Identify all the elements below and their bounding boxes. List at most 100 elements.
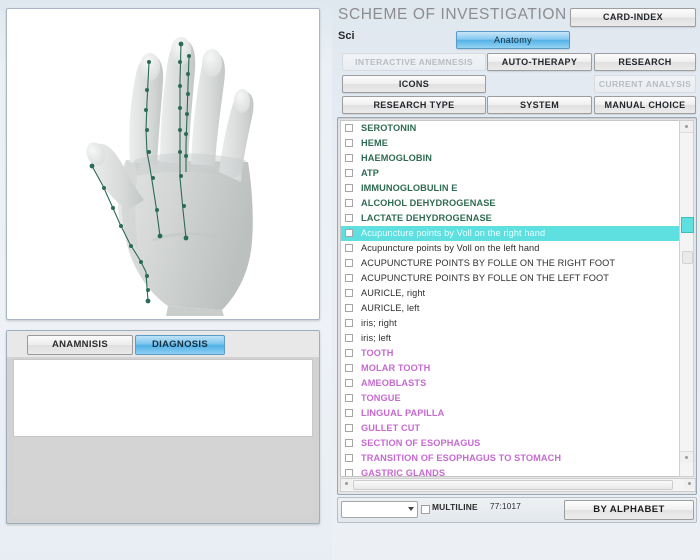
list-item-checkbox[interactable] (345, 468, 353, 476)
list-item-label: ALCOHOL DEHYDROGENASE (361, 198, 496, 209)
list-item-label: HEME (361, 138, 388, 149)
list-item-checkbox[interactable] (345, 153, 353, 162)
list-item[interactable]: GASTRIC GLANDS (341, 466, 680, 476)
list-item[interactable]: GULLET CUT (341, 421, 680, 436)
multiline-checkbox[interactable] (421, 505, 430, 514)
list-horizontal-scrollbar[interactable] (340, 478, 696, 492)
list-item[interactable]: AURICLE, left (341, 301, 680, 316)
research-button[interactable]: RESEARCH (594, 53, 696, 71)
list-item[interactable]: ACUPUNCTURE POINTS BY FOLLE ON THE RIGHT… (341, 256, 680, 271)
list-item-label: Acupuncture points by Voll on the right … (361, 228, 546, 239)
list-item[interactable]: ATP (341, 166, 680, 181)
list-item-checkbox[interactable] (345, 393, 353, 402)
list-item-checkbox[interactable] (345, 228, 353, 237)
list-item[interactable]: TRANSITION OF ESOPHAGUS TO STOMACH (341, 451, 680, 466)
horizontal-scroll-thumb[interactable] (353, 480, 673, 490)
icons-button[interactable]: ICONS (342, 75, 486, 93)
list-item[interactable]: IMMUNOGLOBULIN E (341, 181, 680, 196)
list-item-checkbox[interactable] (345, 348, 353, 357)
list-item-label: HAEMOGLOBIN (361, 153, 433, 164)
card-index-button[interactable]: CARD-INDEX (570, 8, 696, 27)
list-item-checkbox[interactable] (345, 288, 353, 297)
list-item-label: GULLET CUT (361, 423, 421, 434)
list-item-checkbox[interactable] (345, 258, 353, 267)
list-item-checkbox[interactable] (345, 423, 353, 432)
hand-image[interactable] (8, 10, 316, 316)
list-item-label: ACUPUNCTURE POINTS BY FOLLE ON THE LEFT … (361, 273, 609, 284)
list-vertical-scrollbar[interactable] (679, 120, 694, 477)
list-item[interactable]: HAEMOGLOBIN (341, 151, 680, 166)
list-item-label: LINGUAL PAPILLA (361, 408, 445, 419)
manual-choice-button[interactable]: MANUAL CHOICE (594, 96, 696, 114)
vertical-scroll-grip[interactable] (682, 251, 693, 264)
list-item[interactable]: HEME (341, 136, 680, 151)
list-item[interactable]: ALCOHOL DEHYDROGENASE (341, 196, 680, 211)
list-item-checkbox[interactable] (345, 213, 353, 222)
diagnosis-content-area[interactable] (13, 359, 313, 437)
list-item-label: AURICLE, right (361, 288, 426, 299)
list-item[interactable]: LINGUAL PAPILLA (341, 406, 680, 421)
sci-label: Sci (338, 30, 355, 42)
list-item-checkbox[interactable] (345, 453, 353, 462)
list-item-checkbox[interactable] (345, 438, 353, 447)
list-item-checkbox[interactable] (345, 198, 353, 207)
application-window: ANAMNISIS DIAGNOSIS SCHEME OF INVESTIGAT… (0, 0, 700, 560)
list-item[interactable]: ACUPUNCTURE POINTS BY FOLLE ON THE LEFT … (341, 271, 680, 286)
scroll-right-arrow-icon[interactable] (684, 479, 695, 489)
hand-diagram-svg (8, 10, 316, 316)
list-item-label: iris; right (361, 318, 397, 329)
anatomy-image-panel[interactable] (6, 8, 320, 320)
scroll-up-arrow-icon[interactable] (680, 121, 693, 133)
investigation-list-frame: SEROTONIN HEME HAEMOGLOBIN ATP IMMUNOGLOBULI… (337, 117, 697, 495)
list-item[interactable]: TONGUE (341, 391, 680, 406)
investigation-list[interactable]: SEROTONIN HEME HAEMOGLOBIN ATP IMMUNOGLOBULI… (340, 120, 681, 477)
left-column: ANAMNISIS DIAGNOSIS (0, 0, 332, 560)
right-column: SCHEME OF INVESTIGATION Sci CARD-INDEX A… (332, 0, 700, 560)
tab-diagnosis[interactable]: DIAGNOSIS (135, 335, 225, 355)
record-counter: 77:1017 (490, 502, 521, 511)
list-bottom-bar: MULTILINE 77:1017 BY ALPHABET (337, 497, 697, 523)
list-item[interactable]: MOLAR TOOTH (341, 361, 680, 376)
list-item-checkbox[interactable] (345, 183, 353, 192)
list-item-checkbox[interactable] (345, 303, 353, 312)
list-item-checkbox[interactable] (345, 318, 353, 327)
list-item[interactable]: AMEOBLASTS (341, 376, 680, 391)
filter-dropdown[interactable] (341, 501, 418, 518)
list-item-checkbox[interactable] (345, 408, 353, 417)
list-item[interactable]: Acupuncture points by Voll on the right … (341, 226, 680, 241)
list-item-label: IMMUNOGLOBULIN E (361, 183, 458, 194)
list-item[interactable]: SEROTONIN (341, 121, 680, 136)
list-item-label: TONGUE (361, 393, 401, 404)
list-item[interactable]: Acupuncture points by Voll on the left h… (341, 241, 680, 256)
list-item-checkbox[interactable] (345, 243, 353, 252)
list-item[interactable]: SECTION OF ESOPHAGUS (341, 436, 680, 451)
list-item-checkbox[interactable] (345, 123, 353, 132)
list-item-label: TOOTH (361, 348, 394, 359)
by-alphabet-button[interactable]: BY ALPHABET (564, 500, 694, 520)
interactive-anemnesis-button[interactable]: INTERACTIVE ANEMNESIS (342, 53, 486, 71)
vertical-scroll-thumb[interactable] (681, 217, 694, 233)
list-item[interactable]: AURICLE, right (341, 286, 680, 301)
anatomy-button[interactable]: Anatomy (456, 31, 570, 49)
list-item-checkbox[interactable] (345, 363, 353, 372)
auto-therapy-button[interactable]: AUTO-THERAPY (487, 53, 592, 71)
list-item[interactable]: iris; right (341, 316, 680, 331)
list-item-label: SEROTONIN (361, 123, 417, 134)
scroll-left-arrow-icon[interactable] (341, 479, 352, 489)
list-item-checkbox[interactable] (345, 168, 353, 177)
research-type-button[interactable]: RESEARCH TYPE (342, 96, 486, 114)
list-item-label: ACUPUNCTURE POINTS BY FOLLE ON THE RIGHT… (361, 258, 616, 269)
page-title: SCHEME OF INVESTIGATION (338, 6, 567, 23)
tab-anamnisis[interactable]: ANAMNISIS (27, 335, 133, 355)
list-item-checkbox[interactable] (345, 333, 353, 342)
list-item-checkbox[interactable] (345, 273, 353, 282)
scroll-down-arrow-icon[interactable] (680, 451, 693, 463)
list-item[interactable]: TOOTH (341, 346, 680, 361)
list-item[interactable]: LACTATE DEHYDROGENASE (341, 211, 680, 226)
current-analysis-button[interactable]: CURRENT ANALYSIS (594, 75, 696, 93)
list-item-checkbox[interactable] (345, 378, 353, 387)
list-item-checkbox[interactable] (345, 138, 353, 147)
system-button[interactable]: SYSTEM (487, 96, 592, 114)
list-item-label: GASTRIC GLANDS (361, 468, 446, 476)
list-item[interactable]: iris; left (341, 331, 680, 346)
